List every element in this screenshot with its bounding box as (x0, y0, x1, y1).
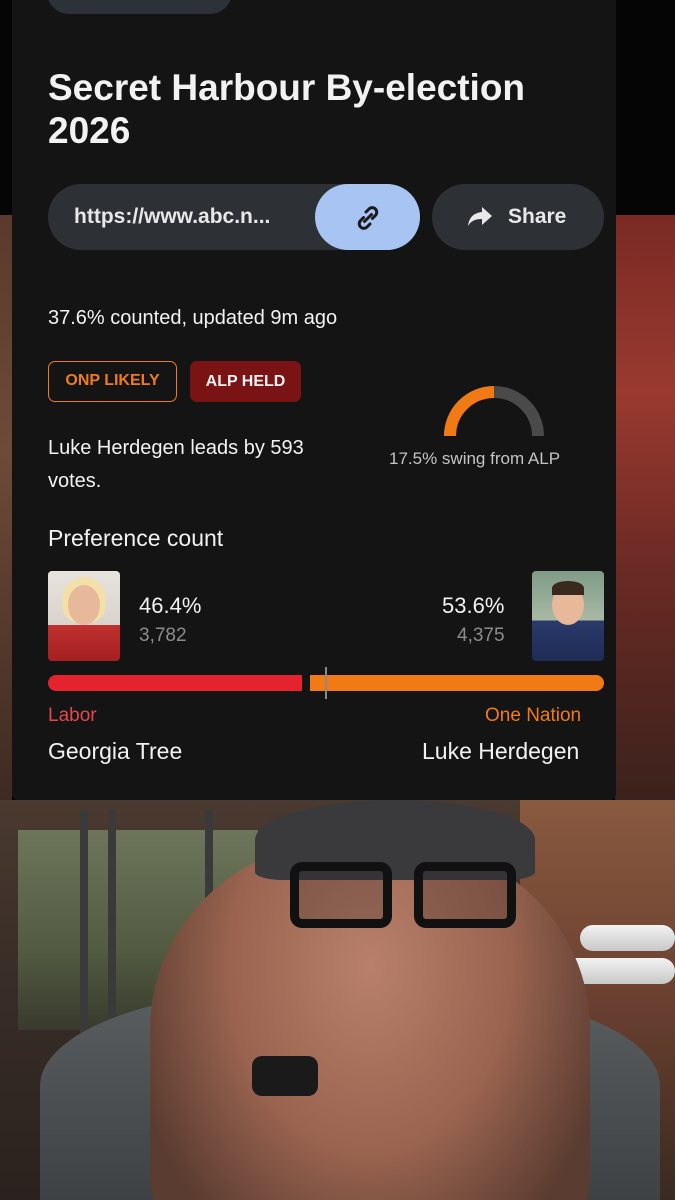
presenter-glasses (290, 862, 520, 934)
link-icon (357, 206, 379, 230)
page-title: Secret Harbour By-election 2026 (48, 67, 526, 151)
pvc-pipe (580, 925, 675, 951)
right-party: One Nation (485, 705, 582, 726)
copy-link-button[interactable] (315, 184, 420, 250)
count-status: 37.6% counted, updated 9m ago (48, 307, 338, 329)
share-label: Share (508, 205, 567, 228)
left-party: Labor (48, 705, 97, 726)
candidate-photo-right (532, 571, 604, 661)
video-left-edge (0, 215, 12, 805)
candidate-photo-left (48, 571, 120, 661)
lapel-mic-icon (252, 1056, 318, 1096)
left-candidate: Georgia Tree (48, 738, 183, 764)
share-arrow-icon (468, 207, 492, 226)
left-votes: 3,782 (139, 625, 187, 646)
swing-label: 17.5% swing from ALP (389, 449, 561, 468)
video-right-edge (615, 215, 675, 805)
prediction-badge: ONP LIKELY (48, 361, 177, 402)
majority-marker (325, 667, 327, 699)
right-votes: 4,375 (457, 625, 505, 646)
held-badge: ALP HELD (190, 361, 301, 402)
labor-bar-segment (48, 675, 302, 691)
left-percent: 46.4% (139, 593, 202, 618)
results-card: Secret Harbour By-election 2026 https://… (12, 0, 616, 800)
preference-count-title: Preference count (48, 525, 224, 551)
right-percent: 53.6% (442, 593, 505, 618)
lead-summary: Luke Herdegen leads by 593 votes. (48, 437, 304, 492)
gym-rack-bar (80, 810, 88, 1060)
right-candidate: Luke Herdegen (422, 738, 580, 764)
url-text: https://www.abc.n... (74, 205, 271, 228)
preference-bar (48, 667, 604, 699)
top-pill-button[interactable] (47, 0, 232, 14)
share-button[interactable]: Share (432, 184, 604, 250)
swing-gauge (444, 386, 544, 437)
one-nation-bar-segment (310, 675, 604, 691)
